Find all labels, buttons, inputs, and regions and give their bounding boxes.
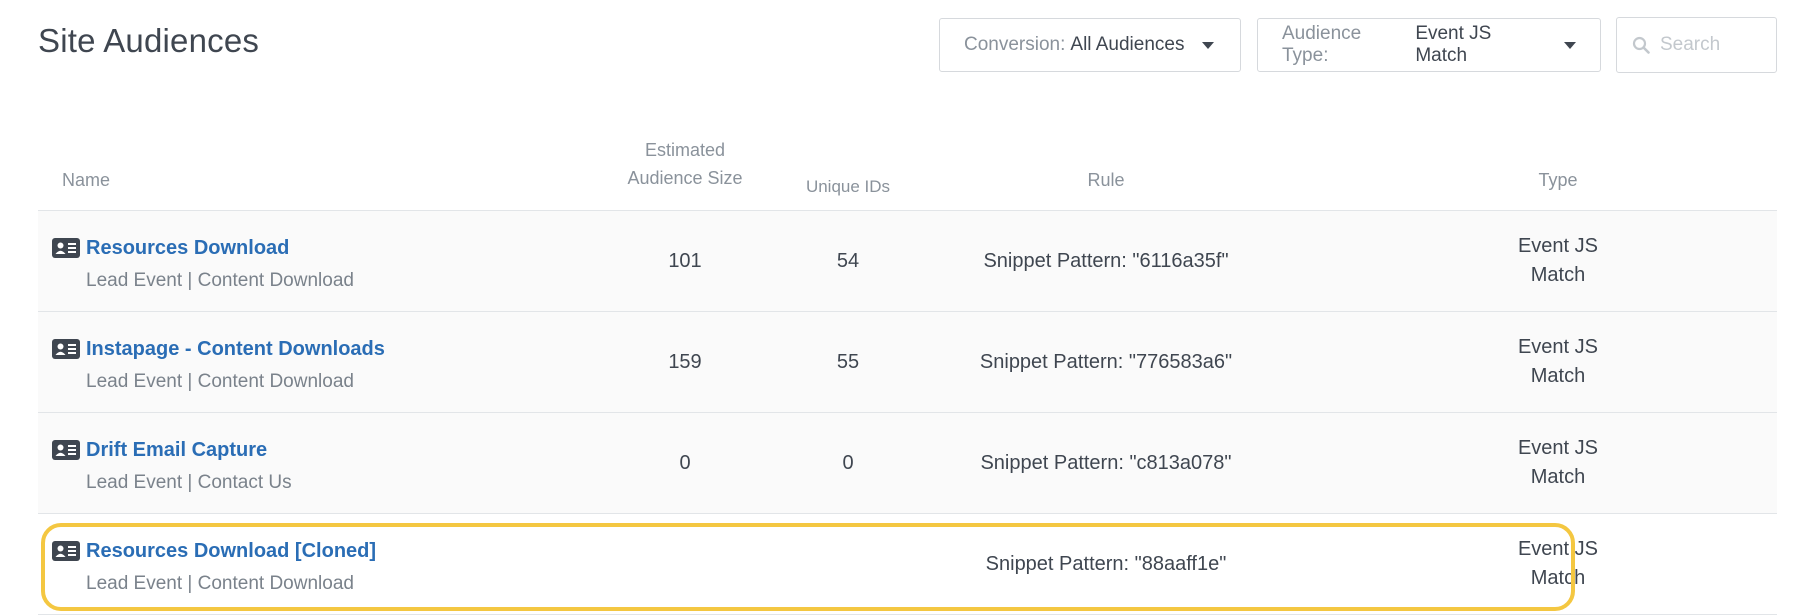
rule-value: Snippet Pattern: "c813a078" <box>980 451 1232 474</box>
caret-down-icon <box>1564 41 1576 49</box>
search-input[interactable] <box>1658 33 1772 57</box>
audience-name-link[interactable]: Drift Email Capture <box>86 439 267 462</box>
audience-subtitle: Lead Event | Content Download <box>86 573 354 594</box>
type-value: Event JS Match <box>1478 211 1638 311</box>
type-value: Event JS Match <box>1478 413 1638 513</box>
column-header-name[interactable]: Name <box>62 166 110 194</box>
table-row-highlighted: Resources Download [Cloned] Lead Event |… <box>38 514 1777 615</box>
table-row: Instapage - Content Downloads Lead Event… <box>38 312 1777 413</box>
audience-type-filter-value: Event JS Match <box>1415 23 1492 66</box>
type-value-line1: Event JS <box>1517 437 1599 459</box>
type-value-line2: Match <box>1530 264 1586 286</box>
id-card-icon <box>52 440 80 460</box>
caret-down-icon <box>1202 41 1215 49</box>
audience-name-link[interactable]: Instapage - Content Downloads <box>86 338 385 361</box>
id-card-icon <box>52 541 80 561</box>
audience-type-filter-dropdown[interactable]: Audience Type: Event JS Match <box>1257 18 1601 72</box>
audience-name-link[interactable]: Resources Download <box>86 237 289 260</box>
type-value-line1: Event JS <box>1517 235 1599 257</box>
type-value-line2: Match <box>1530 567 1586 589</box>
rule-value: Snippet Pattern: "776583a6" <box>979 350 1233 373</box>
rule-value: Snippet Pattern: "88aaff1e" <box>985 552 1227 575</box>
table-header: Name Estimated Audience Size Unique IDs … <box>38 130 1777 211</box>
type-value: Event JS Match <box>1478 312 1638 412</box>
id-card-icon <box>52 339 80 359</box>
search-icon <box>1632 36 1650 54</box>
conversion-filter-dropdown[interactable]: Conversion: All Audiences <box>939 18 1241 72</box>
page-title: Site Audiences <box>38 22 260 59</box>
type-value: Event JS Match <box>1478 514 1638 614</box>
audience-subtitle: Lead Event | Content Download <box>86 371 354 392</box>
audience-subtitle: Lead Event | Contact Us <box>86 472 292 493</box>
conversion-filter-value: All Audiences <box>1070 34 1185 55</box>
type-value-line2: Match <box>1530 466 1586 488</box>
type-value-line2: Match <box>1530 365 1586 387</box>
audience-subtitle: Lead Event | Content Download <box>86 270 354 291</box>
id-card-icon <box>52 238 80 258</box>
conversion-filter-label: Conversion: <box>964 34 1066 55</box>
audience-type-filter-label: Audience Type: <box>1282 23 1362 66</box>
column-header-size-line1: Estimated <box>644 140 726 160</box>
type-value-line1: Event JS <box>1517 538 1599 560</box>
column-header-type[interactable]: Type <box>1418 166 1698 194</box>
column-header-rule[interactable]: Rule <box>906 166 1306 194</box>
search-box <box>1616 17 1777 73</box>
type-value-line1: Event JS <box>1517 336 1599 358</box>
table-row: Resources Download Lead Event | Content … <box>38 211 1777 312</box>
table-row: Drift Email Capture Lead Event | Contact… <box>38 413 1777 514</box>
audience-name-link[interactable]: Resources Download [Cloned] <box>86 540 376 563</box>
rule-value: Snippet Pattern: "6116a35f" <box>983 249 1229 272</box>
audiences-table: Name Estimated Audience Size Unique IDs … <box>38 130 1777 615</box>
